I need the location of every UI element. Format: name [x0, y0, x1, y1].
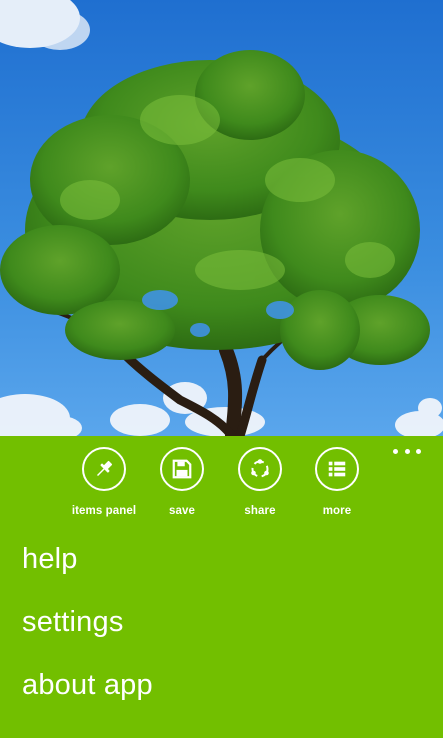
menu-item-about-app[interactable]: about app — [22, 662, 153, 725]
floppy-disk-icon — [160, 447, 204, 491]
app-bar-menu: help settings about app — [22, 536, 153, 725]
share-button[interactable]: share — [217, 447, 303, 517]
save-label: save — [169, 505, 195, 517]
items-panel-button[interactable]: items panel — [61, 447, 147, 517]
save-button[interactable]: save — [139, 447, 225, 517]
items-panel-label: items panel — [71, 505, 137, 517]
pin-icon — [82, 447, 126, 491]
background-photo — [0, 0, 443, 436]
more-button[interactable]: more — [294, 447, 380, 517]
menu-item-settings[interactable]: settings — [22, 599, 153, 662]
share-label: share — [244, 505, 276, 517]
app-bar: items panel save share more help setting… — [0, 436, 443, 738]
share-icon — [238, 447, 282, 491]
menu-item-help[interactable]: help — [22, 536, 153, 599]
list-icon — [315, 447, 359, 491]
more-label: more — [322, 505, 352, 517]
app-bar-buttons: items panel save share more — [0, 447, 443, 527]
